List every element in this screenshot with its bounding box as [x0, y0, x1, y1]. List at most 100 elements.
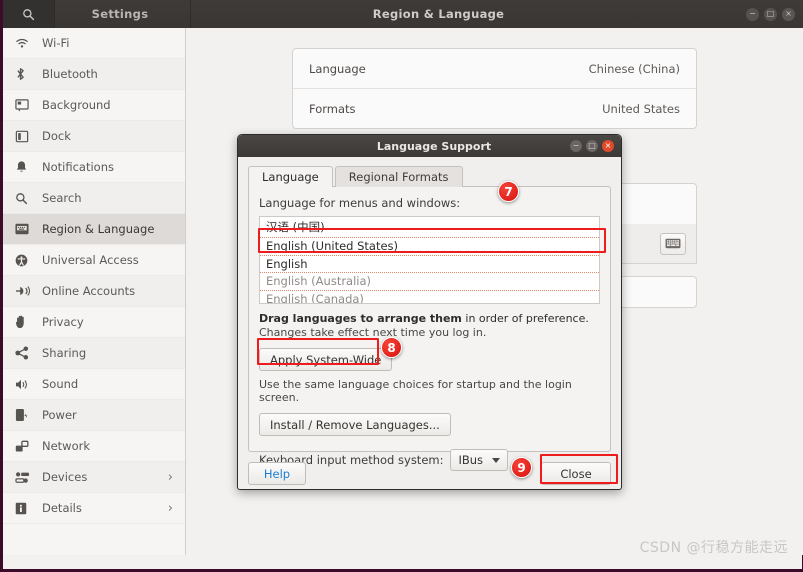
list-item[interactable]: English — [260, 255, 599, 273]
sidebar-item-universal-access[interactable]: Universal Access — [3, 245, 185, 276]
apply-system-wide-button[interactable]: Apply System-Wide — [259, 348, 393, 371]
changes-hint: Changes take effect next time you log in… — [259, 326, 487, 339]
sidebar-item-dock[interactable]: Dock — [3, 121, 185, 152]
search-icon — [15, 190, 35, 206]
sidebar-item-sharing[interactable]: Sharing — [3, 338, 185, 369]
keyboard-layout-button[interactable] — [660, 232, 686, 255]
privacy-hand-icon — [15, 314, 35, 330]
settings-sidebar[interactable]: Wi-Fi Bluetooth Background Dock Notifica… — [3, 28, 186, 555]
sidebar-item-label: Power — [42, 408, 77, 422]
sidebar-item-bluetooth[interactable]: Bluetooth — [3, 59, 185, 90]
close-button[interactable]: × — [782, 7, 795, 21]
search-button[interactable] — [3, 0, 55, 28]
language-support-dialog: Language Support − □ × Language Regional… — [237, 134, 622, 490]
network-icon — [15, 438, 35, 454]
formats-row[interactable]: Formats United States — [293, 89, 696, 129]
sidebar-item-label: Sharing — [42, 346, 87, 360]
watermark: CSDN @行稳方能走远 — [639, 540, 788, 556]
language-row-label: Language — [309, 61, 366, 76]
dialog-window-controls: − □ × — [570, 140, 621, 152]
power-battery-icon — [15, 407, 35, 423]
sidebar-item-sound[interactable]: Sound — [3, 369, 185, 400]
online-accounts-icon — [15, 283, 35, 299]
sidebar-item-network[interactable]: Network — [3, 431, 185, 462]
step-badge-7: 7 — [498, 181, 519, 202]
dialog-footer: Help Close — [248, 462, 611, 485]
sidebar-item-region-language[interactable]: Region & Language — [3, 214, 185, 245]
sidebar-item-notifications[interactable]: Notifications — [3, 152, 185, 183]
sidebar-item-label: Details — [42, 501, 82, 515]
dialog-tabs[interactable]: Language Regional Formats — [248, 166, 611, 187]
sidebar-item-label: Region & Language — [42, 222, 155, 236]
list-item[interactable]: English (United States) — [260, 238, 599, 256]
dialog-body: Language Regional Formats Language for m… — [238, 157, 621, 489]
dialog-title: Language Support — [376, 139, 492, 153]
formats-row-label: Formats — [309, 102, 356, 116]
apply-description: Use the same language choices for startu… — [259, 378, 572, 404]
window-controls: − □ × — [746, 7, 803, 21]
sidebar-item-label: Background — [42, 98, 111, 112]
bluetooth-icon — [15, 66, 35, 82]
sidebar-item-label: Network — [42, 439, 91, 453]
sidebar-item-label: Devices — [42, 470, 88, 484]
sidebar-item-search[interactable]: Search — [3, 183, 185, 214]
language-tab-panel: Language for menus and windows: 汉语 (中国) … — [248, 186, 611, 471]
search-icon — [22, 8, 35, 21]
drag-hint: Drag languages to arrange them in order … — [259, 312, 600, 325]
tab-language[interactable]: Language — [248, 166, 333, 187]
wifi-icon — [15, 35, 35, 51]
formats-row-value: United States — [602, 102, 680, 116]
list-item[interactable]: 汉语 (中国) — [260, 217, 599, 238]
install-remove-languages-button[interactable]: Install / Remove Languages... — [259, 413, 451, 436]
help-button[interactable]: Help — [248, 462, 306, 485]
install-languages-wrap: Install / Remove Languages... — [259, 413, 600, 436]
language-list[interactable]: 汉语 (中国) English (United States) English … — [259, 216, 600, 304]
sidebar-item-label: Search — [42, 191, 82, 205]
language-field-label: Language for menus and windows: — [259, 196, 461, 210]
language-row-value: Chinese (China) — [588, 61, 680, 76]
universal-access-icon — [15, 252, 35, 268]
background-icon — [15, 97, 35, 113]
window-titlebar: Settings Region & Language − □ × — [3, 0, 803, 28]
region-language-icon — [15, 221, 35, 237]
sidebar-item-privacy[interactable]: Privacy — [3, 307, 185, 338]
dialog-close-button[interactable]: × — [602, 140, 614, 152]
language-formats-card: Language Chinese (China) Formats United … — [292, 48, 697, 129]
sidebar-item-label: Dock — [42, 129, 71, 143]
sound-icon — [15, 376, 35, 392]
sidebar-item-label: Wi-Fi — [42, 36, 70, 50]
sidebar-item-label: Privacy — [42, 315, 84, 329]
keyboard-icon — [665, 234, 681, 253]
screen-root: Settings Region & Language − □ × Wi-Fi B… — [0, 0, 803, 572]
sidebar-item-label: Online Accounts — [42, 284, 136, 298]
sidebar-item-label: Notifications — [42, 160, 114, 174]
sidebar-item-label: Bluetooth — [42, 67, 98, 81]
devices-icon — [15, 469, 35, 485]
sharing-icon — [15, 345, 35, 361]
apply-system-wide-wrap: Apply System-Wide — [259, 348, 600, 371]
dialog-maximize-button[interactable]: □ — [586, 140, 598, 152]
dialog-minimize-button[interactable]: − — [570, 140, 582, 152]
sidebar-item-details[interactable]: Details › — [3, 493, 185, 524]
list-item[interactable]: English (Australia) — [260, 273, 599, 291]
list-item[interactable]: English (Canada) — [260, 290, 599, 303]
drag-hint-bold: Drag languages to arrange them — [259, 312, 462, 325]
minimize-button[interactable]: − — [746, 7, 759, 21]
language-row[interactable]: Language Chinese (China) — [293, 49, 696, 89]
drag-hint-tail: in order of preference. — [461, 312, 589, 325]
sidebar-item-background[interactable]: Background — [3, 90, 185, 121]
sidebar-item-label: Universal Access — [42, 253, 139, 267]
sidebar-item-online-accounts[interactable]: Online Accounts — [3, 276, 185, 307]
sidebar-item-devices[interactable]: Devices › — [3, 462, 185, 493]
details-info-icon — [15, 500, 35, 516]
maximize-button[interactable]: □ — [764, 7, 777, 21]
sidebar-item-wifi[interactable]: Wi-Fi — [3, 28, 185, 59]
close-dialog-button[interactable]: Close — [541, 462, 611, 485]
chevron-right-icon: › — [167, 469, 173, 485]
tab-regional-formats[interactable]: Regional Formats — [334, 166, 463, 187]
chevron-right-icon: › — [167, 500, 173, 516]
dock-icon — [15, 128, 35, 144]
bell-icon — [15, 159, 35, 175]
page-title: Region & Language — [372, 7, 505, 21]
sidebar-item-power[interactable]: Power — [3, 400, 185, 431]
